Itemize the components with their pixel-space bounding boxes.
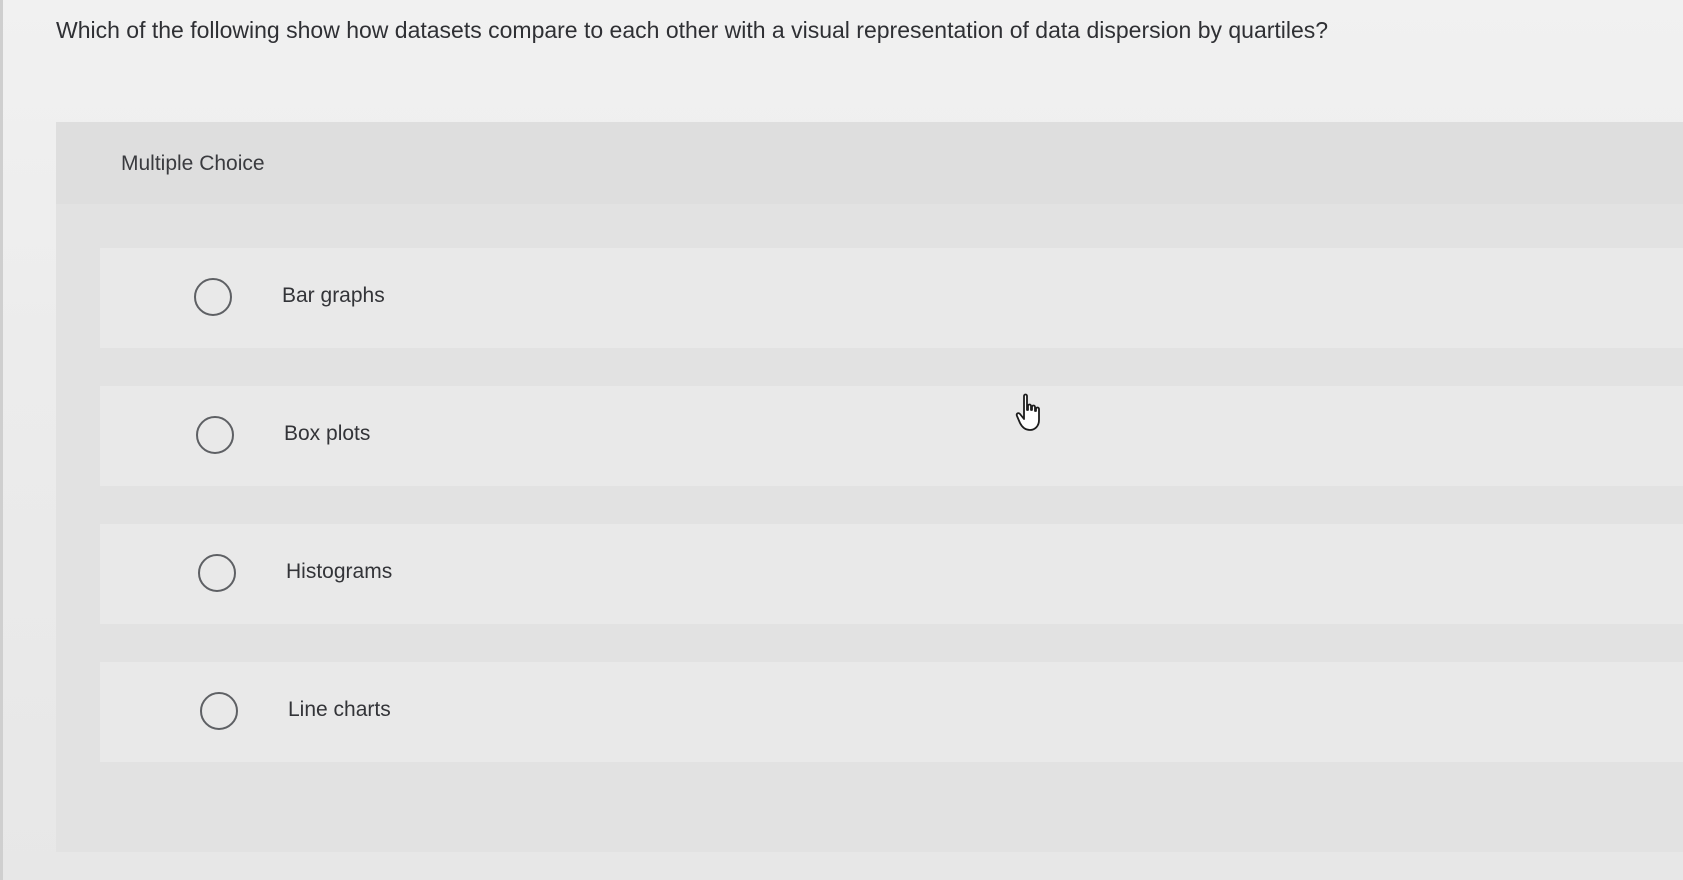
choice-histograms[interactable]: Histograms — [100, 524, 1683, 624]
choice-bar-graphs[interactable]: Bar graphs — [100, 248, 1683, 348]
choice-line-charts[interactable]: Line charts — [100, 662, 1683, 762]
radio-button[interactable] — [196, 416, 234, 454]
radio-button[interactable] — [194, 278, 232, 316]
choice-box-plots[interactable]: Box plots — [100, 386, 1683, 486]
hand-pointer-icon — [1015, 393, 1040, 431]
window-edge — [0, 0, 3, 880]
panel-header: Multiple Choice — [56, 122, 1683, 204]
choice-label: Line charts — [288, 698, 391, 721]
choice-label: Bar graphs — [282, 284, 385, 307]
choice-label: Histograms — [286, 560, 393, 583]
question-text: Which of the following show how datasets… — [56, 17, 1329, 43]
radio-button[interactable] — [198, 554, 236, 592]
choice-label: Box plots — [284, 422, 371, 445]
radio-button[interactable] — [200, 692, 238, 730]
question-type-label: Multiple Choice — [121, 152, 265, 175]
multiple-choice-panel: Multiple Choice Bar graphs Box plots His… — [56, 122, 1683, 852]
page: Which of the following show how datasets… — [0, 0, 1683, 880]
